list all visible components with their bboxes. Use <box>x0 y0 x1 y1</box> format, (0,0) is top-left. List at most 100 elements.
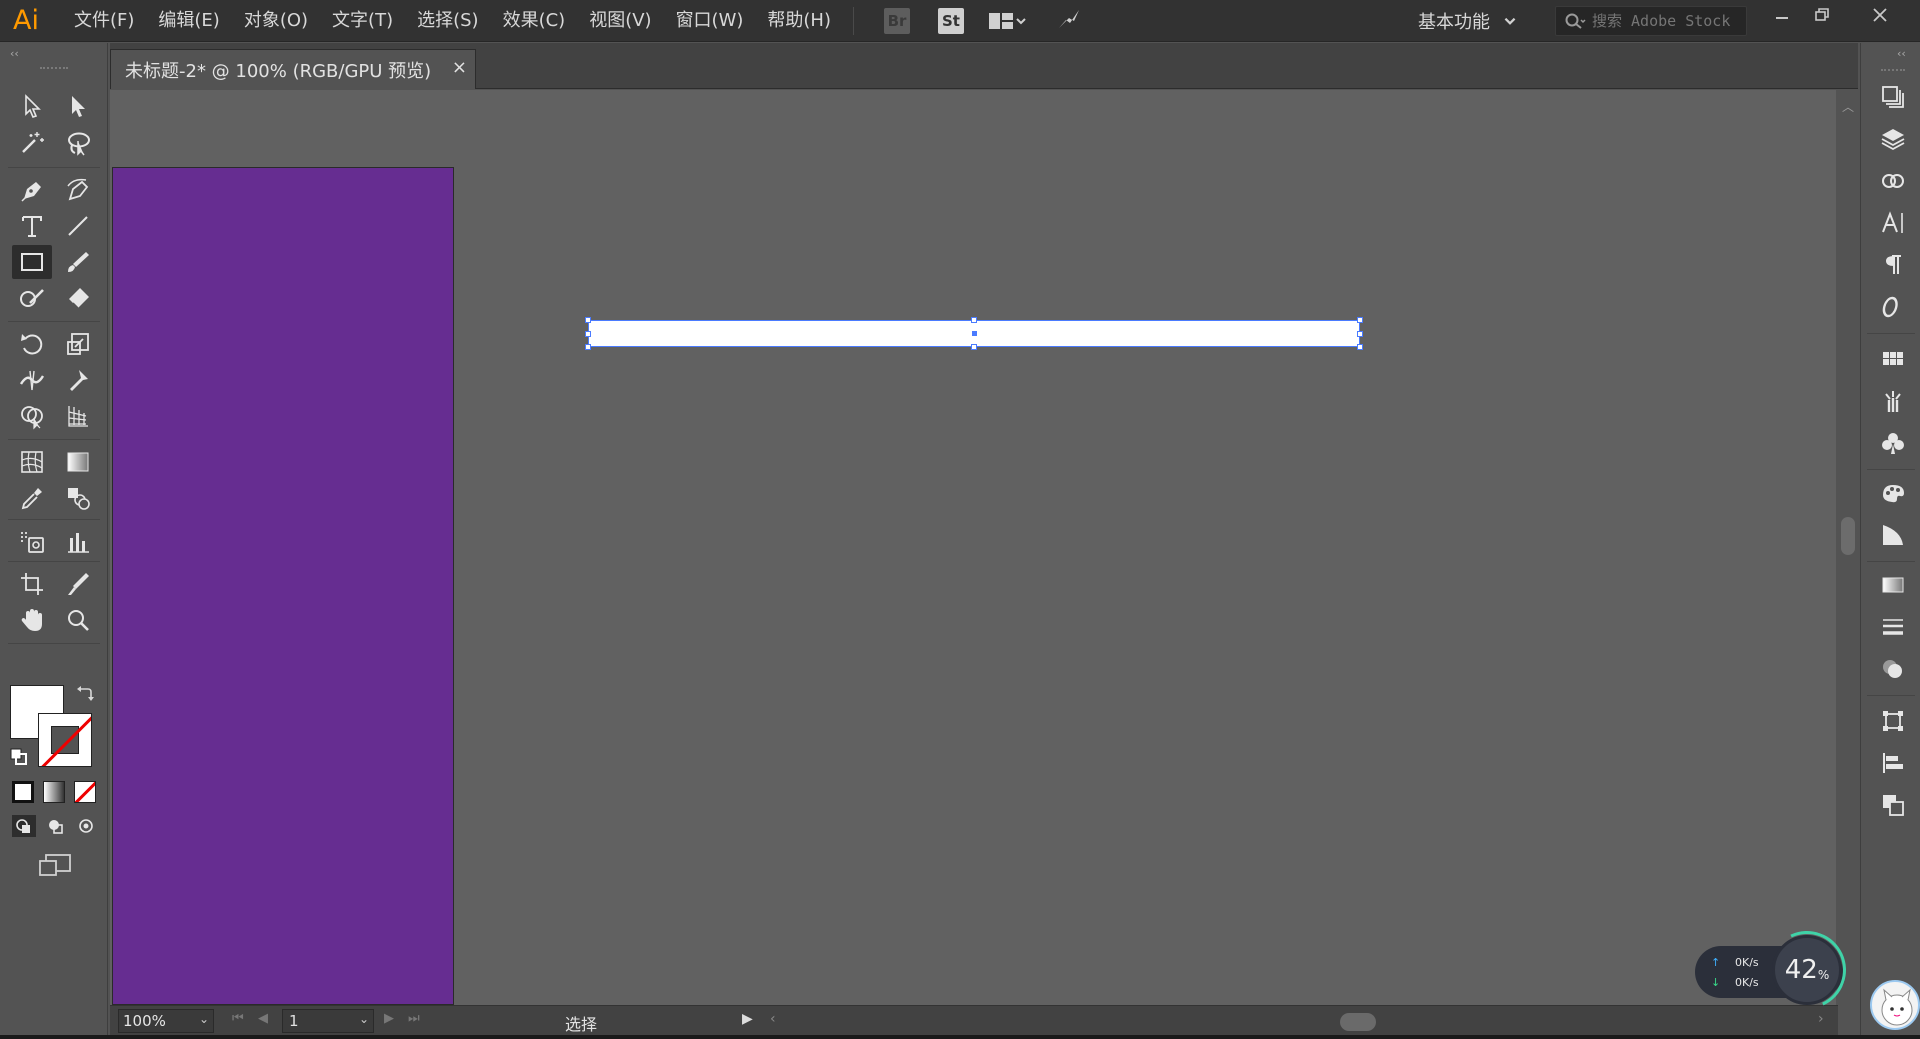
color-mode-button[interactable] <box>12 781 34 803</box>
eraser-tool-icon[interactable] <box>58 281 98 315</box>
collapse-panel-icon[interactable]: ‹‹ <box>10 47 19 60</box>
vertical-scrollbar[interactable]: ︿ <box>1838 90 1858 1005</box>
default-fill-stroke-icon[interactable] <box>10 748 28 770</box>
resize-handle-bottom-center[interactable] <box>971 344 977 350</box>
change-screen-mode-icon[interactable] <box>38 853 72 883</box>
pathfinder-icon[interactable] <box>1879 791 1907 819</box>
pen-tool-icon[interactable] <box>12 173 52 207</box>
shaper-tool-icon[interactable] <box>12 281 52 315</box>
libraries-icon[interactable] <box>1879 83 1907 111</box>
menu-object[interactable]: 对象(O) <box>232 0 320 42</box>
swap-fill-stroke-icon[interactable] <box>76 685 94 707</box>
symbol-sprayer-tool-icon[interactable] <box>12 525 52 559</box>
gradient-mode-button[interactable] <box>43 781 65 803</box>
gradient-tool-icon[interactable] <box>58 445 98 479</box>
menu-file[interactable]: 文件(F) <box>62 0 146 42</box>
status-menu-icon[interactable]: ▶ <box>742 1011 753 1027</box>
puppet-warp-tool-icon[interactable] <box>58 363 98 397</box>
swatches-icon[interactable] <box>1879 345 1907 373</box>
resize-handle-bottom-right[interactable] <box>1357 344 1363 350</box>
bridge-button[interactable]: Br <box>884 7 910 34</box>
artboard[interactable] <box>112 167 454 1005</box>
panel-grip[interactable] <box>40 67 68 71</box>
previous-artboard-icon[interactable]: ◀ <box>258 1011 268 1026</box>
stock-search[interactable] <box>1555 6 1747 36</box>
brushes-icon[interactable] <box>1879 387 1907 415</box>
line-segment-tool-icon[interactable] <box>58 209 98 243</box>
minimize-button[interactable] <box>1762 0 1802 30</box>
gpu-performance-icon[interactable] <box>1056 7 1082 35</box>
workspace-switcher[interactable]: 基本功能 <box>1418 0 1518 42</box>
tab-document[interactable]: 未标题-2* @ 100% (RGB/GPU 预览) × <box>110 49 476 89</box>
scroll-left-icon[interactable]: ‹ <box>770 1011 776 1027</box>
symbols-icon[interactable] <box>1879 429 1907 457</box>
blend-tool-icon[interactable] <box>58 481 98 515</box>
artboard-number-field[interactable]: 1 ⌄ <box>282 1009 374 1033</box>
arrange-documents-icon[interactable] <box>988 11 1028 31</box>
dock-grip[interactable] <box>1881 69 1905 72</box>
first-artboard-icon[interactable]: ⏮ <box>232 1011 244 1026</box>
rectangle-tool-icon[interactable] <box>12 245 52 279</box>
gradient-panel-icon[interactable] <box>1879 571 1907 599</box>
artboard-tool-icon[interactable] <box>12 567 52 601</box>
canvas-area[interactable] <box>110 90 1836 1005</box>
transparency-icon[interactable] <box>1879 655 1907 683</box>
memory-gauge[interactable]: 42% <box>1772 935 1842 1005</box>
align-icon[interactable] <box>1879 749 1907 777</box>
collapse-dock-icon[interactable]: ‹‹ <box>1897 47 1906 60</box>
scroll-thumb[interactable] <box>1841 517 1855 555</box>
current-tool-label[interactable]: 选择 <box>565 1011 597 1035</box>
resize-handle-top-left[interactable] <box>585 317 591 323</box>
rotate-tool-icon[interactable] <box>12 327 52 361</box>
direct-selection-tool-icon[interactable] <box>58 89 98 123</box>
restore-button[interactable] <box>1802 0 1842 30</box>
lasso-tool-icon[interactable] <box>58 126 98 160</box>
character-icon[interactable] <box>1879 209 1907 237</box>
last-artboard-icon[interactable]: ⏭ <box>408 1011 420 1026</box>
curvature-tool-icon[interactable] <box>58 173 98 207</box>
mesh-tool-icon[interactable] <box>12 445 52 479</box>
stroke-panel-icon[interactable] <box>1879 613 1907 641</box>
shape-builder-tool-icon[interactable] <box>12 399 52 433</box>
avatar[interactable] <box>1870 980 1920 1030</box>
close-window-button[interactable] <box>1860 0 1900 30</box>
magic-wand-tool-icon[interactable] <box>12 126 52 160</box>
menu-select[interactable]: 选择(S) <box>405 0 490 42</box>
none-mode-button[interactable] <box>74 781 96 803</box>
menu-view[interactable]: 视图(V) <box>577 0 663 42</box>
zoom-field[interactable]: 100% ⌄ <box>118 1009 214 1033</box>
scroll-right-icon[interactable]: › <box>1818 1011 1824 1027</box>
menu-type[interactable]: 文字(T) <box>320 0 405 42</box>
opentype-icon[interactable] <box>1879 293 1907 321</box>
hand-tool-icon[interactable] <box>12 603 52 637</box>
layers-icon[interactable] <box>1879 125 1907 153</box>
selection-tool-icon[interactable] <box>12 89 52 123</box>
resize-handle-middle-left[interactable] <box>585 331 591 337</box>
image-trace-icon[interactable] <box>1879 521 1907 549</box>
slice-tool-icon[interactable] <box>58 567 98 601</box>
resize-handle-bottom-left[interactable] <box>585 344 591 350</box>
color-guide-icon[interactable] <box>1879 479 1907 507</box>
next-artboard-icon[interactable]: ▶ <box>384 1011 394 1026</box>
menu-window[interactable]: 窗口(W) <box>664 0 756 42</box>
menu-help[interactable]: 帮助(H) <box>755 0 843 42</box>
creative-cloud-icon[interactable] <box>1879 167 1907 195</box>
stock-button[interactable]: St <box>938 7 964 34</box>
paintbrush-tool-icon[interactable] <box>58 245 98 279</box>
search-input[interactable] <box>1592 12 1742 30</box>
width-tool-icon[interactable] <box>12 363 52 397</box>
close-tab-icon[interactable]: × <box>452 57 467 78</box>
resize-handle-top-right[interactable] <box>1357 317 1363 323</box>
draw-behind-icon[interactable] <box>44 815 68 841</box>
draw-inside-icon[interactable] <box>74 815 98 841</box>
scroll-up-icon[interactable]: ︿ <box>1842 98 1854 115</box>
column-graph-tool-icon[interactable] <box>58 525 98 559</box>
resize-handle-top-center[interactable] <box>971 317 977 323</box>
eyedropper-tool-icon[interactable] <box>12 481 52 515</box>
scale-tool-icon[interactable] <box>58 327 98 361</box>
perspective-grid-tool-icon[interactable] <box>58 399 98 433</box>
menu-edit[interactable]: 编辑(E) <box>146 0 231 42</box>
menu-effect[interactable]: 效果(C) <box>491 0 578 42</box>
zoom-tool-icon[interactable] <box>58 603 98 637</box>
resize-handle-middle-right[interactable] <box>1357 331 1363 337</box>
